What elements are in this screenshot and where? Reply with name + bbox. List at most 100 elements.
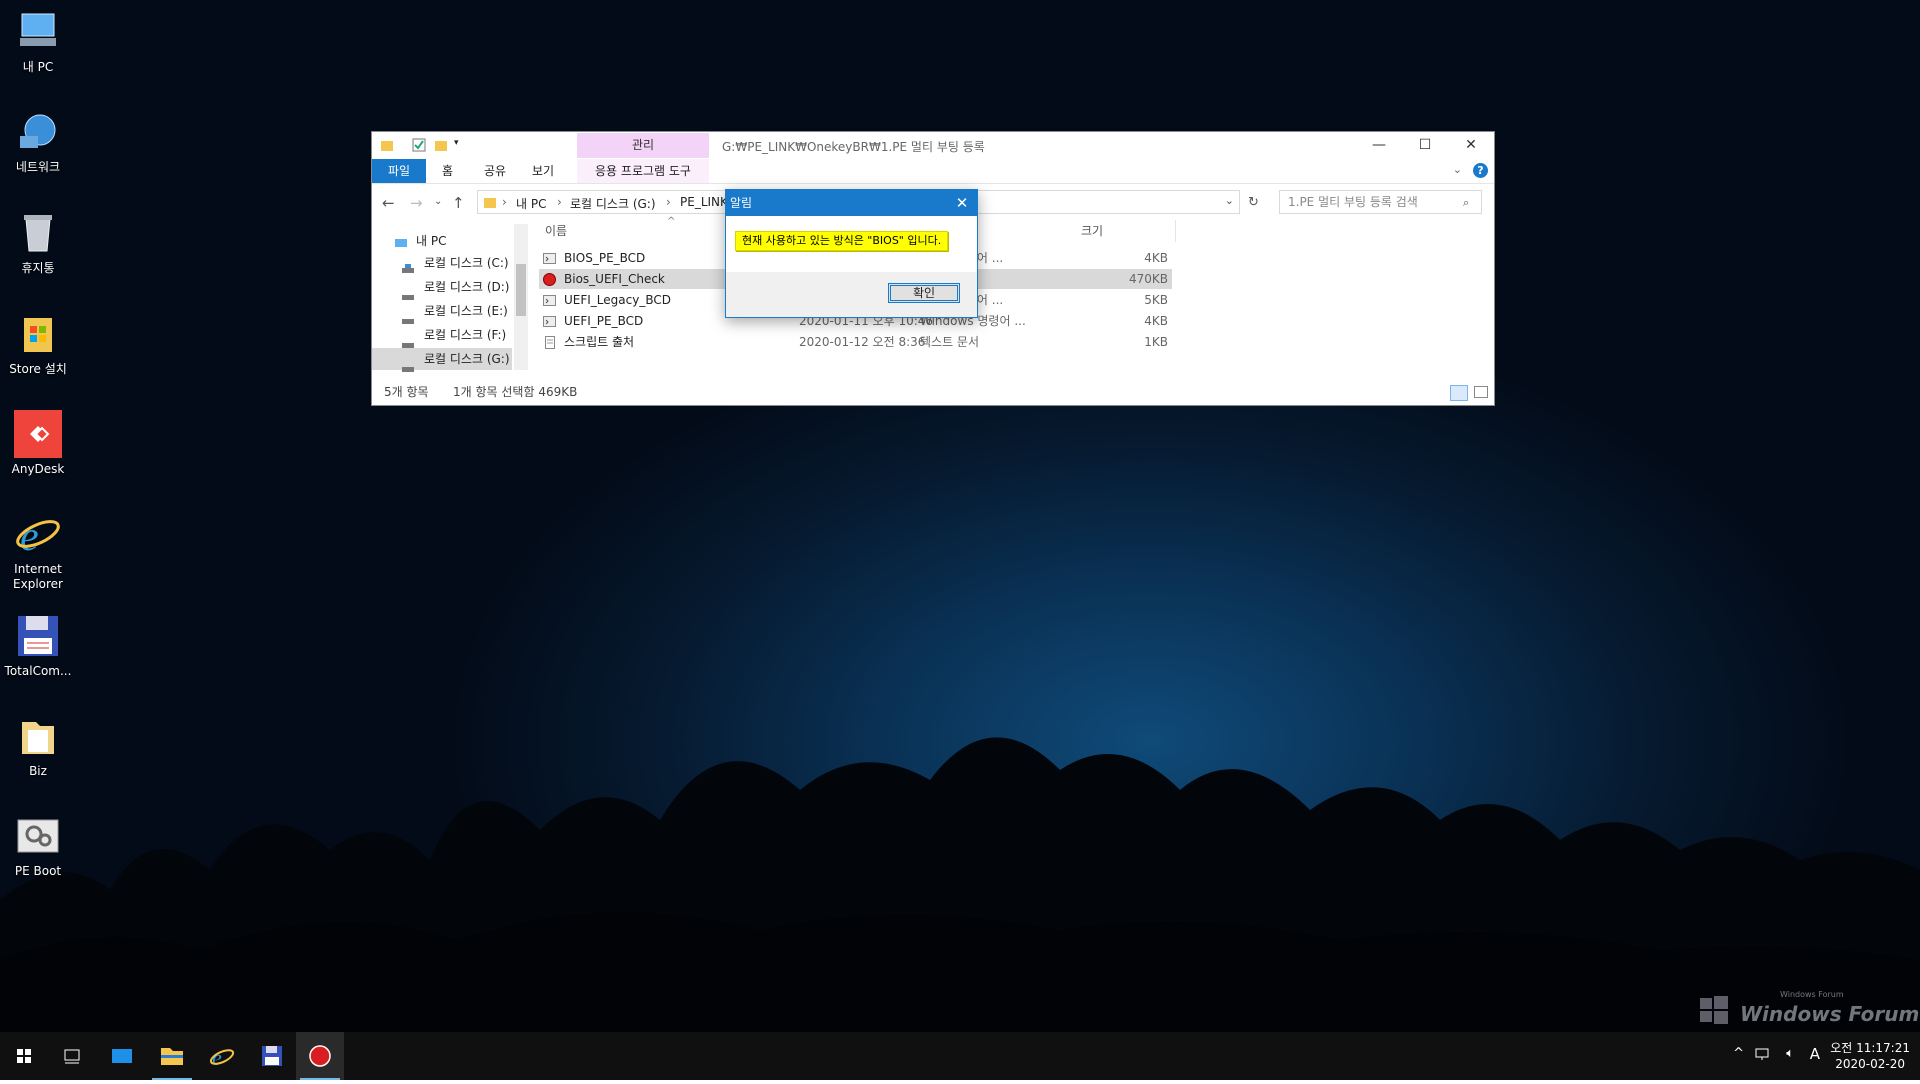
taskbar-internet-explorer[interactable]: e [198,1032,246,1080]
taskbar-bios-uefi-check[interactable] [296,1032,344,1080]
tree-item-label: 로컬 디스크 (E:) [424,304,508,318]
ribbon-tabs: 파일 홈 공유 보기 응용 프로그램 도구 ⌄ ? [372,159,1494,184]
tree-item-this-pc[interactable]: 내 PC [372,230,512,252]
properties-checkbox-icon[interactable] [412,138,426,152]
taskbar-desktop-button[interactable] [98,1032,146,1080]
floppy-disk-icon [262,1046,282,1066]
close-button[interactable]: ✕ [1448,132,1494,159]
desktop-icon-recycle-bin[interactable]: 휴지통 [4,209,72,276]
new-folder-icon[interactable] [434,138,448,152]
ok-button[interactable]: 확인 [888,283,960,303]
dialog-close-icon[interactable]: ✕ [947,190,977,216]
internet-explorer-icon: e [14,510,62,560]
breadcrumb-drive-g[interactable]: 로컬 디스크 (G:) [570,195,656,212]
system-clock[interactable]: 오전 11:17:21 2020-02-20 [1830,1040,1910,1072]
desktop-icon-biz[interactable]: Biz [4,712,72,779]
task-view-button[interactable] [48,1032,96,1080]
column-header-size[interactable]: 크기 [1081,222,1103,239]
dialog-title: 알림 [730,196,753,210]
red-record-button-icon [309,1045,331,1067]
tab-application-tools[interactable]: 응용 프로그램 도구 [577,159,709,183]
command-file-icon [543,251,556,264]
tab-file[interactable]: 파일 [372,159,427,183]
help-icon[interactable]: ? [1473,163,1488,178]
taskbar-file-explorer[interactable] [148,1032,196,1080]
tree-item-drive-e[interactable]: 로컬 디스크 (E:) [372,300,512,324]
network-globe-icon [14,108,62,156]
column-header-name[interactable]: 이름 [545,222,567,239]
scrollbar-thumb[interactable] [516,264,526,316]
manage-context-header: 관리 [577,133,709,158]
watermark-small-text: Windows Forum [1780,990,1844,999]
tree-item-label: 로컬 디스크 (D:) [424,280,510,294]
title-bar[interactable]: ▾ 관리 G:₩PE_LINK₩OnekeyBR₩1.PE 멀티 부팅 등록 —… [372,132,1494,159]
desktop-window-icon [112,1049,132,1063]
desktop-icon-internet-explorer[interactable]: e Internet Explorer [4,510,72,592]
refresh-icon[interactable]: ↻ [1248,195,1259,210]
desktop-icon-store[interactable]: Store 설치 [4,310,72,377]
tab-view[interactable]: 보기 [518,159,568,183]
dialog-body: 현재 사용하고 있는 방식은 "BIOS" 입니다. [726,216,977,272]
volume-tray-icon[interactable]: 🔈︎ [1786,1046,1794,1061]
desktop-icon-pe-boot[interactable]: PE Boot [4,812,72,879]
search-input[interactable]: 1.PE 멀티 부팅 등록 검색 [1279,190,1482,214]
tree-item-label: 내 PC [416,234,447,248]
recent-locations-chevron-icon[interactable]: ⌄ [434,196,442,207]
file-size: 4KB [1144,251,1168,265]
large-icons-view-icon[interactable] [1474,386,1488,398]
ribbon-expand-chevron-icon[interactable]: ⌄ [1453,163,1462,176]
back-arrow-icon[interactable]: ← [382,194,395,212]
desktop-icon-label: Biz [29,764,47,778]
store-bag-icon [14,310,62,358]
floppy-disk-icon [14,612,62,660]
desktop-icon-label: Store 설치 [9,362,67,376]
file-explorer-icon [161,1048,183,1065]
qat-dropdown-icon[interactable]: ▾ [454,138,468,152]
tree-item-drive-g[interactable]: 로컬 디스크 (G:) [372,348,512,372]
address-dropdown-chevron-icon[interactable]: ⌄ [1225,194,1234,207]
tree-item-drive-d[interactable]: 로컬 디스크 (D:) [372,276,512,300]
details-view-icon[interactable] [1450,385,1468,401]
file-name: UEFI_Legacy_BCD [564,293,671,307]
file-name: UEFI_PE_BCD [564,314,644,328]
desktop-icon-totalcommander[interactable]: TotalCom... [4,612,72,679]
command-file-icon [543,293,556,306]
breadcrumb-separator: › [666,195,671,209]
file-size: 470KB [1128,272,1168,286]
file-name: Bios_UEFI_Check [564,272,665,286]
desktop-icon-anydesk[interactable]: AnyDesk [4,410,72,477]
tab-share[interactable]: 공유 [470,159,520,183]
breadcrumb-this-pc[interactable]: 내 PC [516,195,546,212]
input-method-indicator[interactable]: A [1810,1045,1820,1063]
desktop-icon-network[interactable]: 네트워크 [4,108,72,175]
tray-overflow-chevron-icon[interactable]: ^ [1733,1046,1744,1061]
folder-icon [380,138,394,152]
search-icon: ⌕ [1463,196,1470,209]
desktop-icon-label: 휴지통 [21,261,55,275]
tree-scrollbar[interactable] [514,224,528,370]
tree-item-drive-f[interactable]: 로컬 디스크 (F:) [372,324,512,348]
file-row[interactable]: 스크립트 출처 2020-01-12 오전 8:36 텍스트 문서 1KB [539,332,1172,352]
up-arrow-icon[interactable]: ↑ [452,194,465,212]
red-record-button-icon [543,272,556,286]
alert-dialog: 알림 ✕ 현재 사용하고 있는 방식은 "BIOS" 입니다. 확인 [725,189,978,318]
network-tray-icon[interactable] [1754,1046,1770,1066]
maximize-button[interactable]: ☐ [1402,132,1448,159]
forward-arrow-icon[interactable]: → [410,194,423,212]
start-button[interactable] [0,1032,48,1080]
breadcrumb-pe-link[interactable]: PE_LINK [680,195,728,209]
tree-item-drive-c[interactable]: 로컬 디스크 (C:) [372,252,512,274]
file-size: 1KB [1144,335,1168,349]
svg-text:e: e [20,514,39,558]
file-name: 스크립트 출처 [564,335,635,349]
desktop-icon-label: Internet Explorer [13,562,63,591]
dialog-title-bar[interactable]: 알림 ✕ [726,190,977,216]
sort-ascending-icon: ^ [667,216,676,227]
tab-home[interactable]: 홈 [428,159,467,183]
minimize-button[interactable]: — [1356,132,1402,159]
status-bar: 5개 항목 1개 항목 선택함 469KB [372,379,1494,405]
desktop-icon-this-pc[interactable]: 내 PC [4,8,72,75]
taskbar-totalcommander[interactable] [248,1032,296,1080]
text-document-icon [543,335,556,349]
tree-item-label: 로컬 디스크 (G:) [424,352,510,366]
